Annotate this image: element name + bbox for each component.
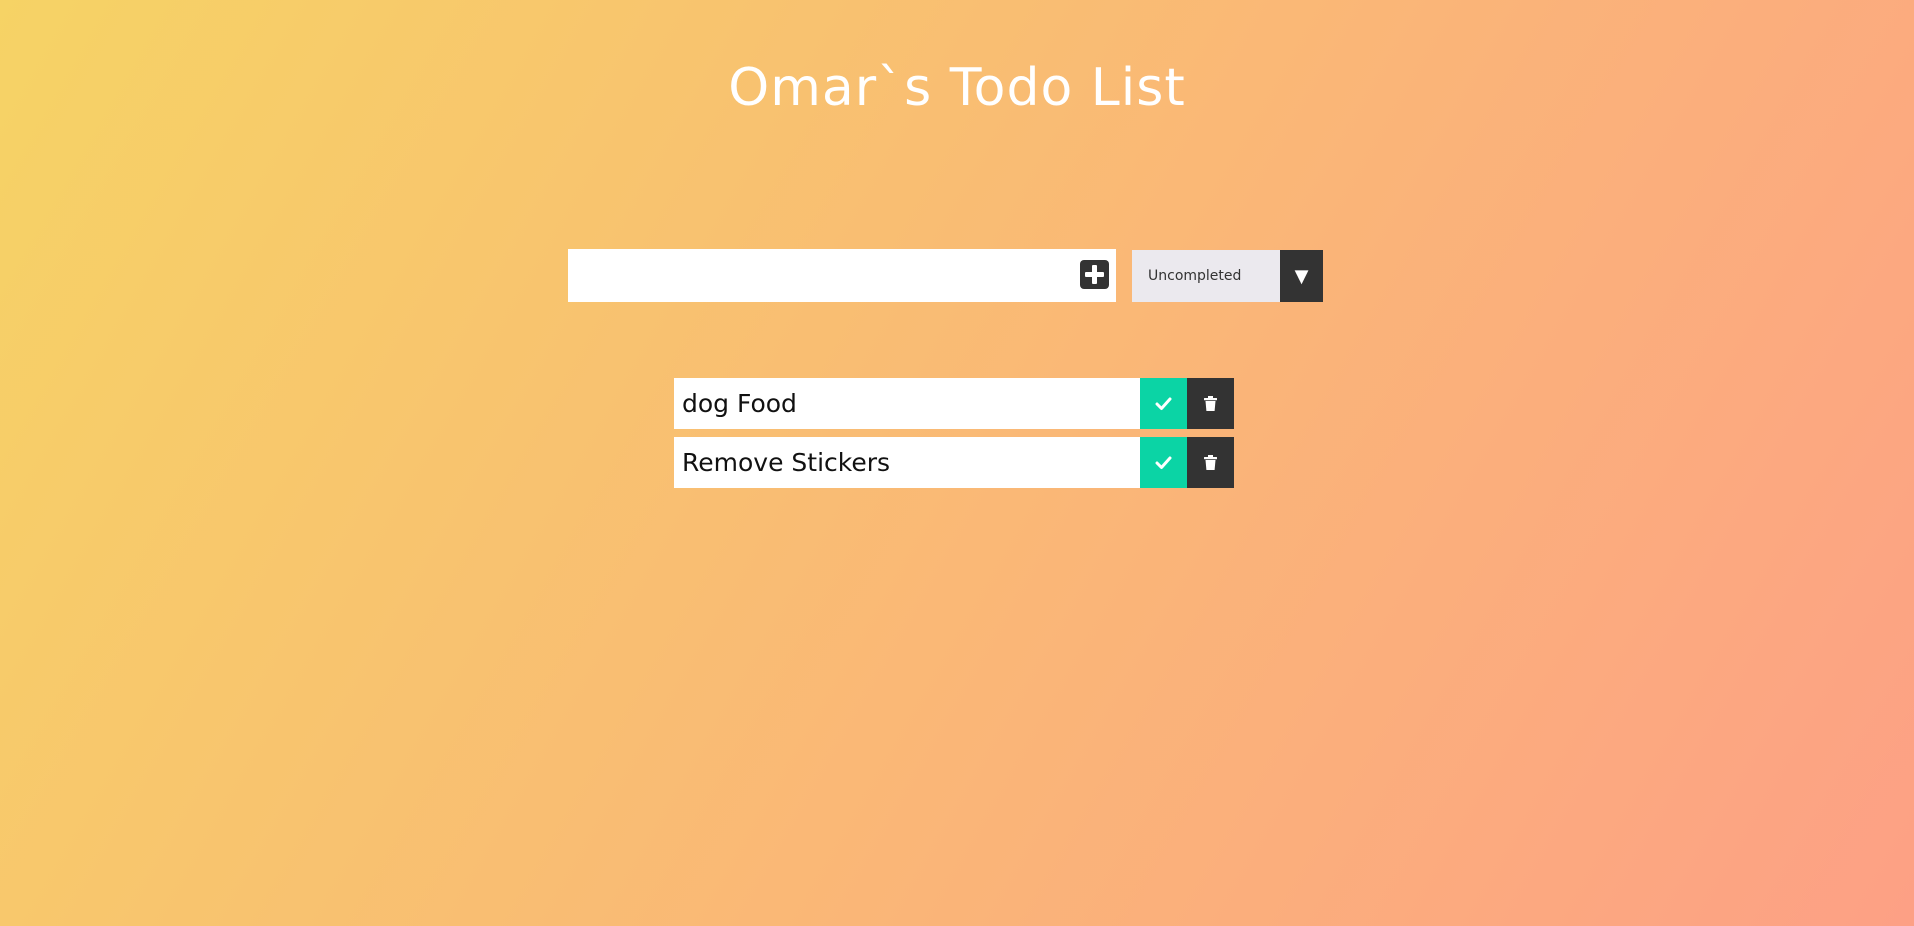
delete-button[interactable] — [1187, 378, 1234, 429]
add-todo-button[interactable] — [1080, 260, 1109, 289]
todo-text: dog Food — [682, 389, 797, 418]
delete-button[interactable] — [1187, 437, 1234, 488]
check-icon — [1155, 397, 1172, 410]
filter-select[interactable]: Uncompleted ▼ — [1132, 250, 1323, 302]
page-title: Omar`s Todo List — [728, 58, 1186, 118]
dropdown-arrow-icon[interactable]: ▼ — [1280, 250, 1323, 302]
add-todo-form — [568, 249, 1116, 302]
trash-icon — [1204, 396, 1217, 411]
trash-icon — [1204, 455, 1217, 470]
todo-input[interactable] — [568, 249, 1068, 302]
todo-item: dog Food — [674, 378, 1234, 429]
todo-text: Remove Stickers — [682, 448, 891, 477]
check-icon — [1155, 456, 1172, 469]
complete-button[interactable] — [1140, 437, 1187, 488]
todo-item: Remove Stickers — [674, 437, 1234, 488]
filter-selected-value: Uncompleted — [1148, 268, 1242, 284]
todo-list: dog Food Remove Stickers — [674, 378, 1234, 496]
complete-button[interactable] — [1140, 378, 1187, 429]
